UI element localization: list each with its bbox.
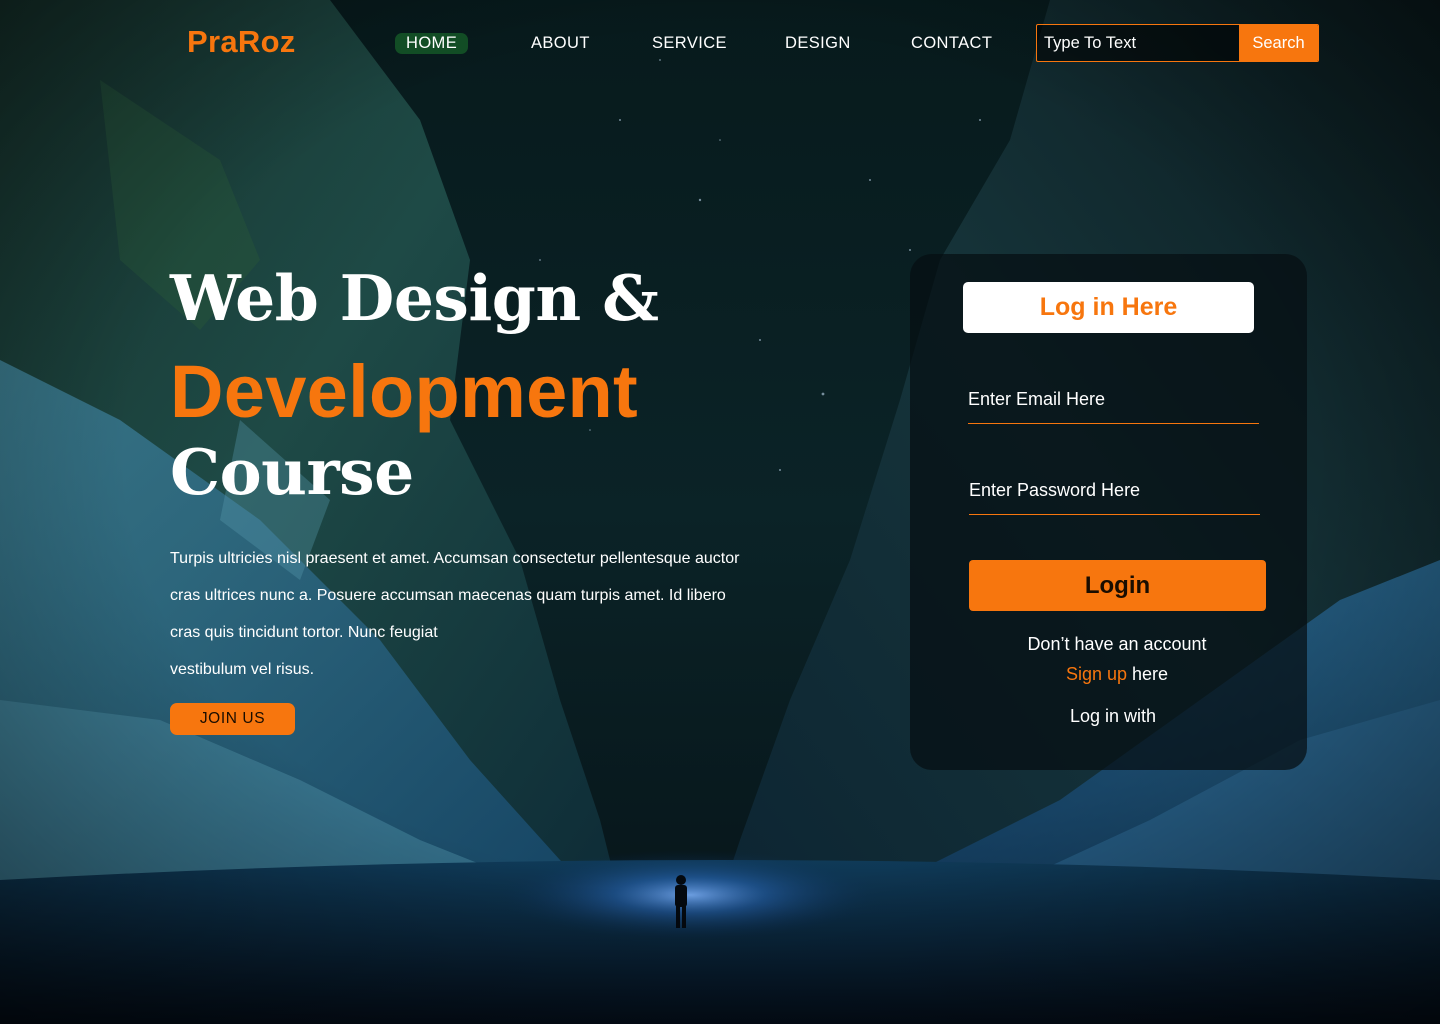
login-card-title: Log in Here (963, 282, 1254, 333)
hero-title-line1: Web Design & (170, 261, 659, 335)
hero-title-highlight: Development (170, 350, 638, 433)
search-input[interactable] (1037, 25, 1239, 61)
search-bar: Search (1036, 24, 1319, 62)
password-field[interactable] (969, 474, 1260, 515)
top-navbar: PraRoz HOME ABOUT SERVICE DESIGN CONTACT… (0, 0, 1440, 90)
email-field[interactable] (968, 383, 1259, 424)
hero-description: Turpis ultricies nisl praesent et amet. … (170, 540, 860, 688)
hero-title-line3: Course (170, 435, 414, 509)
hero-description-line: cras ultrices nunc a. Posuere accumsan m… (170, 587, 726, 604)
no-account-text: Don’t have an account (1027, 634, 1207, 654)
brand-logo[interactable]: PraRoz (187, 24, 296, 60)
nav-item-service[interactable]: SERVICE (652, 34, 727, 53)
signup-line: Sign up here (910, 664, 1324, 685)
nav-item-design[interactable]: DESIGN (785, 34, 851, 53)
nav-item-contact[interactable]: CONTACT (911, 34, 992, 53)
search-button[interactable]: Search (1239, 25, 1318, 61)
hero-description-line: cras quis tincidunt tortor. Nunc feugiat (170, 624, 438, 641)
signup-suffix: here (1127, 664, 1169, 684)
signup-link[interactable]: Sign up (1066, 664, 1127, 684)
login-card: Log in Here Login Don’t have an account … (910, 254, 1307, 770)
login-with-text: Log in with (1069, 706, 1157, 726)
join-us-button[interactable]: JOIN US (170, 703, 295, 735)
login-button[interactable]: Login (969, 560, 1266, 611)
nav-item-home[interactable]: HOME (395, 33, 469, 54)
hero-description-line: Turpis ultricies nisl praesent et amet. … (170, 550, 740, 567)
hero-description-line: vestibulum vel risus. (170, 661, 315, 678)
hero-section: Web Design & Development Course Turpis u… (170, 258, 870, 735)
nav-item-about[interactable]: ABOUT (531, 34, 590, 53)
